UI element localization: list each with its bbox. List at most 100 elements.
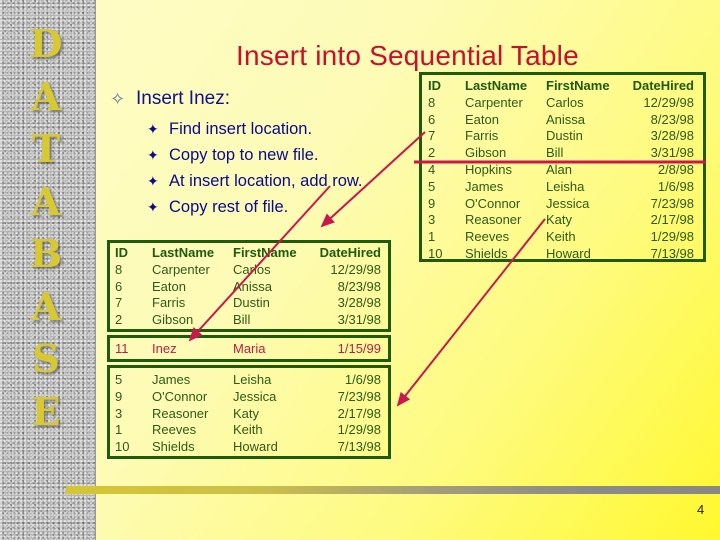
cell-datehired: 12/29/98 (330, 261, 381, 277)
four-point-star-icon: ✦ (147, 120, 159, 137)
sidebar-letter: S (32, 336, 60, 381)
inserted-row-box: 11 Inez Maria 1/15/99 (107, 335, 391, 362)
cell-lastname: Reasoner (152, 405, 209, 421)
table-row: 6 Eaton Anissa 8/23/98 (115, 279, 381, 296)
table-row: 4 Hopkins Alan 2/8/98 (428, 162, 694, 179)
bullet-main: ✧ Insert Inez: (110, 88, 230, 110)
table-row: 2 Gibson Bill 3/31/98 (115, 312, 381, 329)
sidebar-letter: T (31, 126, 61, 171)
sub-bullet: ✦ Find insert location. (147, 116, 363, 142)
sidebar-letter: A (31, 283, 61, 329)
cell-id: 8 (115, 261, 123, 277)
column-header-firstname: FirstName (233, 245, 297, 260)
sidebar-texture: D A T A B A S E (0, 0, 96, 540)
cell-lastname: James (152, 372, 191, 387)
cell-id: 2 (428, 145, 436, 161)
cell-firstname: Leisha (233, 372, 272, 387)
sub-bullet-text: Copy top to new file. (169, 145, 319, 164)
cell-lastname: Gibson (152, 312, 194, 328)
table-row: 3 Reasoner Katy 2/17/98 (428, 212, 694, 229)
sidebar-letter: B (29, 231, 63, 276)
cell-id: 1 (115, 422, 123, 438)
cell-firstname: Katy (233, 405, 260, 421)
cell-firstname: Dustin (233, 295, 270, 311)
cell-datehired: 7/23/98 (337, 388, 381, 404)
table-row: 7 Farris Dustin 3/28/98 (115, 295, 381, 312)
cell-datehired: 7/13/98 (650, 245, 694, 261)
cell-id: 8 (428, 94, 436, 110)
cell-id: 6 (428, 111, 436, 127)
cell-lastname: Reeves (465, 229, 510, 245)
original-table: ID LastName FirstName DateHired 8 Carpent… (419, 72, 706, 262)
cell-lastname: Farris (465, 128, 499, 144)
hollow-four-point-star-icon: ✧ (110, 88, 126, 109)
cell-id: 10 (115, 439, 130, 455)
cell-datehired: 1/6/98 (657, 178, 694, 194)
column-header-firstname: FirstName (546, 78, 610, 93)
cell-lastname: Reasoner (465, 212, 522, 228)
cell-datehired: 7/23/98 (650, 195, 694, 211)
cell-firstname: Keith (233, 422, 263, 438)
cell-lastname: Reeves (152, 422, 197, 438)
column-header-lastname: LastName (152, 245, 215, 260)
table-row: 1 Reeves Keith 1/29/98 (115, 422, 381, 439)
cell-id: 1 (428, 229, 436, 245)
four-point-star-icon: ✦ (147, 146, 159, 163)
new-file-top-table: ID LastName FirstName DateHired 8 Carpent… (107, 240, 391, 332)
cell-id: 7 (115, 295, 123, 311)
inserted-row: 11 Inez Maria 1/15/99 (115, 341, 381, 358)
table-row: 2 Gibson Bill 3/31/98 (428, 145, 694, 162)
cell-lastname: Gibson (465, 145, 507, 161)
cell-firstname: Jessica (546, 195, 590, 211)
cell-id: 3 (115, 405, 123, 421)
cell-firstname: Bill (233, 312, 251, 328)
column-header-datehired: DateHired (632, 78, 694, 93)
cell-lastname: Carpenter (465, 94, 523, 110)
table-row: 6 Eaton Anissa 8/23/98 (428, 112, 694, 129)
cell-lastname: O'Connor (152, 388, 208, 404)
cell-id: 7 (428, 128, 436, 144)
cell-datehired: 3/31/98 (337, 312, 381, 328)
sidebar-letter: A (31, 73, 61, 119)
new-file-rest-table: 5 James Leisha 1/6/98 9 O'Connor Jessica 7/23/9… (107, 365, 391, 459)
table-header-row: ID LastName FirstName DateHired (115, 245, 381, 262)
sub-bullet-text: Find insert location. (169, 119, 313, 138)
cell-id: 2 (115, 312, 123, 328)
cell-lastname: Eaton (465, 111, 499, 127)
cell-lastname: Hopkins (465, 161, 512, 177)
four-point-star-icon: ✦ (147, 172, 159, 189)
cell-lastname: Shields (152, 439, 195, 455)
table-row: 10 Shields Howard 7/13/98 (115, 439, 381, 456)
table-row: 1 Reeves Keith 1/29/98 (428, 229, 694, 246)
cell-lastname: O'Connor (465, 195, 521, 211)
sub-bullet: ✦ Copy top to new file. (147, 142, 363, 168)
table-header-row: ID LastName FirstName DateHired (428, 78, 694, 95)
cell-datehired: 1/29/98 (650, 229, 694, 245)
column-header-id: ID (115, 245, 128, 260)
cell-id: 9 (428, 195, 436, 211)
new-file-top-body: 8 Carpenter Carlos 12/29/98 6 Eaton Anissa 8/23… (115, 262, 381, 329)
cell-firstname: Katy (546, 212, 573, 228)
cell-id: 11 (115, 341, 129, 356)
sub-bullet-text: At insert location, add row. (169, 171, 363, 190)
cell-firstname: Keith (546, 229, 576, 245)
cell-lastname: Inez (152, 341, 177, 356)
table-row: 9 O'Connor Jessica 7/23/98 (115, 389, 381, 406)
cell-id: 10 (428, 245, 443, 261)
cell-firstname: Anissa (546, 111, 586, 127)
original-table-body: 8 Carpenter Carlos 12/29/98 6 Eaton Anissa 8/23… (428, 95, 694, 263)
cell-id: 5 (428, 178, 436, 194)
sidebar-letter: A (31, 178, 61, 224)
cell-lastname: Eaton (152, 278, 186, 294)
table-row: 5 James Leisha 1/6/98 (115, 372, 381, 389)
table-row: 10 Shields Howard 7/13/98 (428, 246, 694, 263)
sub-bullet-text: Copy rest of file. (169, 197, 289, 216)
cell-datehired: 2/17/98 (337, 405, 381, 421)
new-file-rest-body: 5 James Leisha 1/6/98 9 O'Connor Jessica 7/23/9… (115, 372, 381, 456)
cell-datehired: 2/17/98 (650, 212, 694, 228)
column-header-datehired: DateHired (319, 245, 381, 260)
cell-datehired: 1/15/99 (337, 341, 381, 356)
cell-firstname: Bill (546, 145, 564, 161)
cell-id: 4 (428, 161, 436, 177)
cell-firstname: Howard (233, 439, 278, 455)
